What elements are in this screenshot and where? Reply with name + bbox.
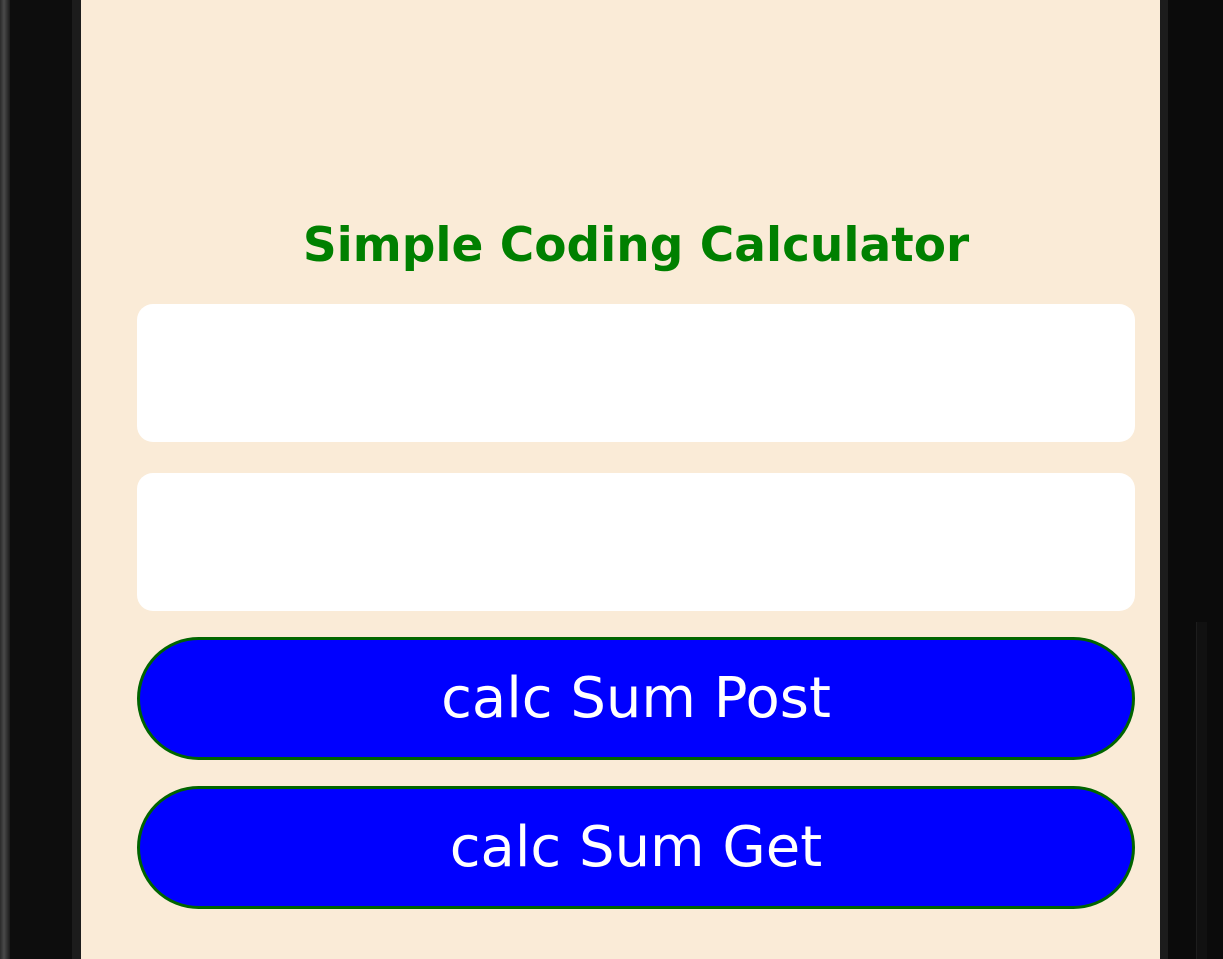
device-bezel-left	[10, 0, 72, 959]
app-screen: Simple Coding Calculator calc Sum Post c…	[81, 0, 1160, 959]
device-frame: Simple Coding Calculator calc Sum Post c…	[0, 0, 1223, 959]
device-side-button	[1196, 622, 1207, 959]
device-inner-bezel-right	[1160, 0, 1168, 959]
page-title: Simple Coding Calculator	[302, 218, 970, 273]
calc-sum-post-button[interactable]: calc Sum Post	[137, 637, 1135, 760]
device-inner-bezel-left	[72, 0, 81, 959]
second-number-input[interactable]	[137, 473, 1135, 611]
first-number-input[interactable]	[137, 304, 1135, 442]
device-frame-edge	[0, 0, 10, 959]
calc-sum-get-button[interactable]: calc Sum Get	[137, 786, 1135, 909]
